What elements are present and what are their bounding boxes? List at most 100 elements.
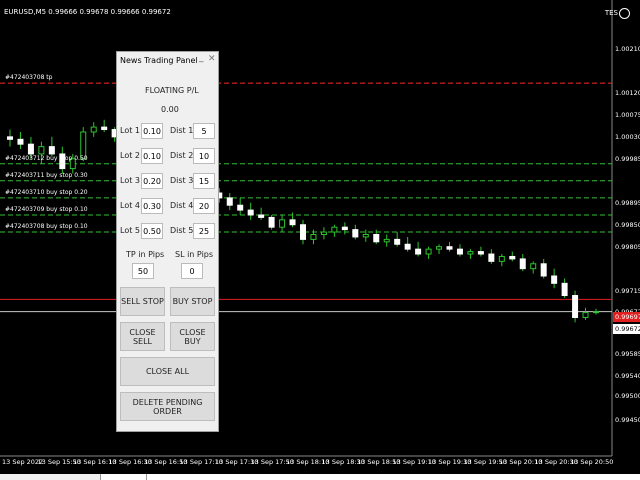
price-tick-label: 0.99450 (615, 416, 640, 424)
candle-body (247, 209, 254, 216)
price-tick-label: 1.00120 (615, 88, 640, 97)
price-tick-label: 0.99850 (615, 220, 640, 229)
price-tick-label: 0.99500 (615, 391, 640, 400)
dist-2-label: Dist 2 (170, 151, 194, 160)
bid-price-tag: 0.99672 (613, 324, 640, 334)
candle-body (467, 251, 474, 255)
candle-body (446, 246, 453, 250)
candle-body (540, 263, 547, 277)
candle-body (38, 146, 45, 155)
chart-scrollbar[interactable] (0, 474, 640, 480)
dist-3-label: Dist 3 (170, 176, 194, 185)
order-label[interactable]: #472403708 buy stop 0.10 (5, 223, 88, 230)
price-chart[interactable] (0, 0, 640, 480)
lot-4-label: Lot 4 (120, 201, 140, 210)
price-tick-label: 0.99715 (615, 286, 640, 295)
dist-1-input[interactable]: 5 (193, 123, 215, 139)
tp-input[interactable]: 50 (132, 263, 154, 279)
candle-body (331, 226, 338, 233)
time-tick-label: 13 Sep 20:50 (570, 458, 614, 466)
delete-pending-order-button[interactable]: DELETE PENDING ORDER (120, 392, 215, 421)
price-tick-label: 0.99985 (615, 154, 640, 163)
symbol-header: EURUSD,M5 0.99666 0.99678 0.99666 0.9967… (4, 8, 171, 16)
close-buy-button[interactable]: CLOSE BUY (170, 322, 215, 351)
candle-body (436, 246, 443, 250)
lot-3-input[interactable]: 0.20 (141, 173, 163, 189)
dist-5-input[interactable]: 25 (193, 223, 215, 239)
price-tick-label: 0.99805 (615, 242, 640, 251)
expert-name: TES (604, 9, 618, 17)
candle-body (456, 248, 463, 255)
candle-body (551, 275, 558, 284)
tp-label: TP in Pips (126, 250, 165, 259)
sl-label: SL in Pips (175, 250, 214, 259)
buy-stop-button[interactable]: BUY STOP (170, 287, 215, 316)
candle-body (404, 243, 411, 250)
candle-body (341, 226, 348, 231)
price-tick-label: 0.99895 (615, 198, 640, 207)
candle-body (48, 146, 55, 155)
dist-4-label: Dist 4 (170, 201, 194, 210)
lot-2-input[interactable]: 0.10 (141, 148, 163, 164)
price-tick-label: 1.00075 (615, 110, 640, 119)
candle-body (352, 229, 359, 238)
lot-2-label: Lot 2 (120, 151, 140, 160)
expert-smiley-icon[interactable] (619, 8, 630, 19)
dist-4-input[interactable]: 20 (193, 198, 215, 214)
candle-body (258, 214, 265, 218)
order-label[interactable]: #472403709 buy stop 0.10 (5, 206, 88, 213)
candle-body (509, 255, 516, 260)
candle-body (425, 248, 432, 255)
sell-stop-button[interactable]: SELL STOP (120, 287, 165, 316)
candle-body (268, 216, 275, 228)
news-trading-panel: News Trading Panel _ ✕ FLOATING P/L 0.00… (116, 51, 219, 432)
lot-5-input[interactable]: 0.50 (141, 223, 163, 239)
close-sell-button[interactable]: CLOSE SELL (120, 322, 165, 351)
panel-title-bar[interactable]: News Trading Panel _ ✕ (117, 52, 218, 69)
panel-title: News Trading Panel (120, 56, 198, 65)
candle-body (310, 234, 317, 240)
dist-5-label: Dist 5 (170, 226, 194, 235)
order-label[interactable]: #472403712 buy stop 0.50 (5, 155, 88, 162)
price-tick-label: 0.99585 (615, 350, 640, 359)
candle-body (300, 224, 306, 240)
candle-body (101, 126, 108, 131)
lot-1-input[interactable]: 0.10 (141, 123, 163, 139)
candle-body (477, 251, 484, 255)
dist-2-input[interactable]: 10 (193, 148, 215, 164)
candle-body (394, 238, 401, 245)
candle-body (519, 258, 526, 270)
candle-body (17, 138, 24, 145)
candle-body (498, 255, 505, 262)
lot-3-label: Lot 3 (120, 176, 140, 185)
minimize-icon[interactable]: _ (199, 53, 204, 63)
close-all-button[interactable]: CLOSE ALL (120, 357, 215, 386)
dist-3-input[interactable]: 15 (193, 173, 215, 189)
lot-4-input[interactable]: 0.30 (141, 198, 163, 214)
sl-input[interactable]: 0 (181, 263, 203, 279)
price-tick-label: 0.99540 (615, 372, 640, 381)
order-label[interactable]: #472403708 tp (5, 74, 52, 81)
candle-body (237, 204, 244, 211)
order-label[interactable]: #472403710 buy stop 0.20 (5, 189, 88, 196)
candle-body (226, 197, 233, 206)
candle-body (90, 126, 97, 133)
order-label[interactable]: #472403711 buy stop 0.30 (5, 172, 88, 179)
dist-1-label: Dist 1 (170, 126, 194, 135)
candle-body (289, 219, 296, 226)
candle-body (530, 263, 537, 270)
candle-body (582, 312, 589, 318)
candle-body (488, 253, 495, 262)
close-icon[interactable]: ✕ (208, 54, 216, 64)
price-tick-label: 1.00030 (615, 132, 640, 141)
lot-5-label: Lot 5 (120, 226, 140, 235)
candle-body (362, 234, 369, 238)
candle-body (415, 248, 422, 255)
chart-tab[interactable] (0, 474, 101, 480)
floating-pl-label: FLOATING P/L (145, 86, 199, 95)
candle-body (279, 219, 286, 228)
chart-tab-area (146, 474, 640, 480)
price-tick-label: 1.00210 (615, 45, 640, 53)
red-price-tag: 0.99697 (613, 312, 640, 322)
candle-body (7, 136, 13, 140)
